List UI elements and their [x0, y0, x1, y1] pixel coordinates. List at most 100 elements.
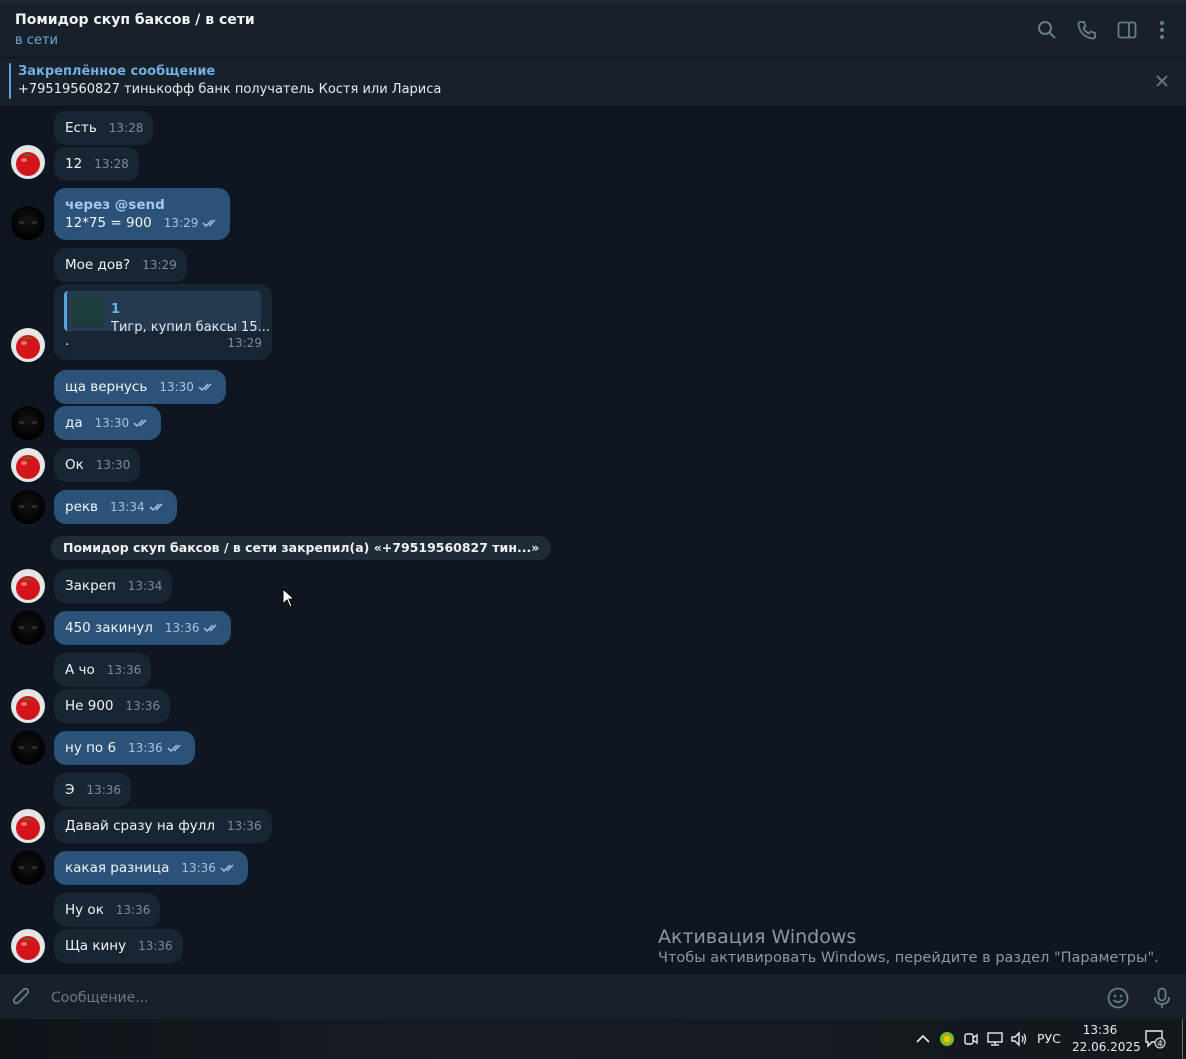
pinned-text: +79519560827 тинькофф банк получатель Ко…: [18, 82, 442, 97]
message-sender[interactable]: через @send: [65, 196, 220, 214]
message-bubble-outgoing[interactable]: какая разница 13:36: [54, 851, 248, 885]
message-bubble[interactable]: Мое дов? 13:29: [54, 248, 187, 282]
message-bubble-with-reply[interactable]: 1 Тигр, купил баксы 15... . 13:29: [54, 284, 272, 360]
activation-watermark-text: Чтобы активировать Windows, перейдите в …: [658, 950, 1159, 966]
dark-avatar[interactable]: [11, 851, 45, 885]
network-icon[interactable]: [986, 1030, 1004, 1048]
message-time: 13:34: [110, 500, 145, 514]
more-icon[interactable]: [1151, 19, 1173, 41]
message-time: 13:30: [94, 416, 130, 430]
pinned-indicator: [9, 63, 11, 99]
chat-title[interactable]: Помидор скуп баксов / в сети: [15, 12, 255, 28]
message-bubble-outgoing[interactable]: ну по 6 13:36: [54, 731, 195, 765]
message-bubble-outgoing[interactable]: 450 закинул 13:36: [54, 611, 232, 645]
clock-date: 22.06.2025: [1072, 1040, 1141, 1054]
message-time: 13:30: [95, 458, 131, 472]
notification-count: 4: [1157, 1040, 1162, 1049]
message-time: 13:29: [142, 258, 177, 272]
message-bubble[interactable]: Не 900 13:36: [54, 689, 171, 723]
message-bubble[interactable]: А чо 13:36: [54, 653, 152, 687]
compose-bar: [0, 973, 1186, 1020]
message-text: рекв: [65, 499, 98, 515]
message-bubble[interactable]: Ну ок 13:36: [54, 893, 161, 927]
message-time: 13:36: [106, 663, 142, 677]
message-time: 13:36: [128, 741, 163, 755]
message-time: 13:29: [227, 336, 262, 350]
dark-avatar[interactable]: [11, 731, 45, 765]
message-bubble-outgoing[interactable]: ща вернусь 13:30: [54, 370, 226, 404]
show-desktop-divider[interactable]: [1182, 1019, 1183, 1059]
message-bubble-outgoing[interactable]: рекв 13:34: [54, 490, 177, 524]
read-checkmarks-icon: [167, 744, 181, 753]
message-text: А чо: [65, 662, 95, 678]
mouse-cursor-icon: [282, 588, 296, 608]
message-time: 13:28: [108, 121, 144, 135]
phone-icon[interactable]: [1076, 19, 1098, 41]
read-checkmarks-icon: [198, 383, 212, 392]
chat-header: Помидор скуп баксов / в сети в сети: [0, 3, 1186, 58]
notification-center-icon[interactable]: 4: [1144, 1029, 1166, 1049]
language-indicator[interactable]: РУС: [1037, 1031, 1061, 1046]
chat-status: в сети: [15, 33, 58, 48]
message-bubble[interactable]: Ок 13:30: [54, 448, 141, 482]
dark-avatar[interactable]: [11, 611, 45, 645]
tomato-avatar[interactable]: [11, 689, 45, 723]
message-text: Мое дов?: [65, 257, 131, 273]
message-bubble-outgoing[interactable]: через @send 12*75 = 900 13:29: [54, 188, 231, 240]
tomato-avatar[interactable]: [11, 929, 45, 963]
pinned-title: Закреплённое сообщение: [18, 64, 216, 79]
search-icon[interactable]: [1036, 19, 1058, 41]
message-text: Давай сразу на фулл: [65, 818, 216, 834]
message-text: 450 закинул: [65, 620, 153, 636]
message-text: 12*75 = 900: [65, 215, 152, 231]
message-bubble-outgoing[interactable]: да 13:30: [54, 406, 162, 440]
message-time: 13:36: [125, 699, 161, 713]
mic-icon[interactable]: [1150, 986, 1174, 1010]
camera-icon[interactable]: [962, 1030, 980, 1048]
emoji-icon[interactable]: [1106, 986, 1130, 1010]
message-time: 13:29: [163, 216, 199, 230]
message-text: .: [65, 333, 70, 349]
dark-avatar[interactable]: [11, 490, 45, 524]
message-text: да: [65, 415, 83, 431]
tomato-avatar[interactable]: [11, 569, 45, 603]
read-checkmarks-icon: [220, 864, 234, 873]
message-text: ну по 6: [65, 740, 117, 756]
message-time: 13:36: [227, 819, 262, 833]
message-bubble[interactable]: 12 13:28: [54, 147, 139, 181]
message-bubble[interactable]: Э 13:36: [54, 773, 132, 807]
clock-time: 13:36: [1082, 1023, 1118, 1037]
message-list[interactable]: Есть 13:28 12 13:28 через @send 12*75 = 90…: [0, 107, 1186, 973]
message-bubble[interactable]: Есть 13:28: [54, 111, 154, 145]
dark-avatar[interactable]: [11, 206, 45, 240]
windows-taskbar: РУС 13:36 22.06.2025 4: [0, 1019, 1186, 1059]
reply-quote[interactable]: 1 Тигр, купил баксы 15...: [64, 291, 270, 335]
tomato-avatar[interactable]: [11, 809, 45, 843]
dark-avatar[interactable]: [11, 406, 45, 440]
tomato-avatar[interactable]: [11, 328, 45, 362]
close-icon[interactable]: [1154, 73, 1170, 89]
chevron-up-icon[interactable]: [914, 1030, 932, 1048]
volume-icon[interactable]: [1010, 1030, 1028, 1048]
read-checkmarks-icon: [203, 624, 218, 633]
message-time: 13:34: [127, 579, 163, 593]
message-time: 13:36: [115, 903, 151, 917]
attach-icon[interactable]: [10, 986, 34, 1010]
system-clock[interactable]: 13:36 22.06.2025: [1072, 1022, 1141, 1056]
pinned-message-bar[interactable]: Закреплённое сообщение +79519560827 тинь…: [0, 58, 1186, 107]
message-text: Ща кину: [65, 938, 127, 954]
message-text: Ок: [65, 457, 84, 473]
message-bubble[interactable]: Ща кину 13:36: [54, 929, 183, 963]
message-text: какая разница: [65, 860, 170, 876]
message-bubble[interactable]: Давай сразу на фулл 13:36: [54, 809, 272, 843]
message-bubble[interactable]: Закреп 13:34: [54, 569, 173, 603]
message-input[interactable]: [49, 986, 1053, 1010]
sidebar-icon[interactable]: [1116, 19, 1138, 41]
tomato-avatar[interactable]: [11, 448, 45, 482]
message-time: 13:30: [159, 380, 194, 394]
message-text: Ну ок: [65, 902, 104, 918]
tray-app-icon[interactable]: [938, 1030, 956, 1048]
message-text: ща вернусь: [65, 379, 148, 395]
message-time: 13:36: [164, 621, 200, 635]
tomato-avatar[interactable]: [11, 145, 45, 179]
